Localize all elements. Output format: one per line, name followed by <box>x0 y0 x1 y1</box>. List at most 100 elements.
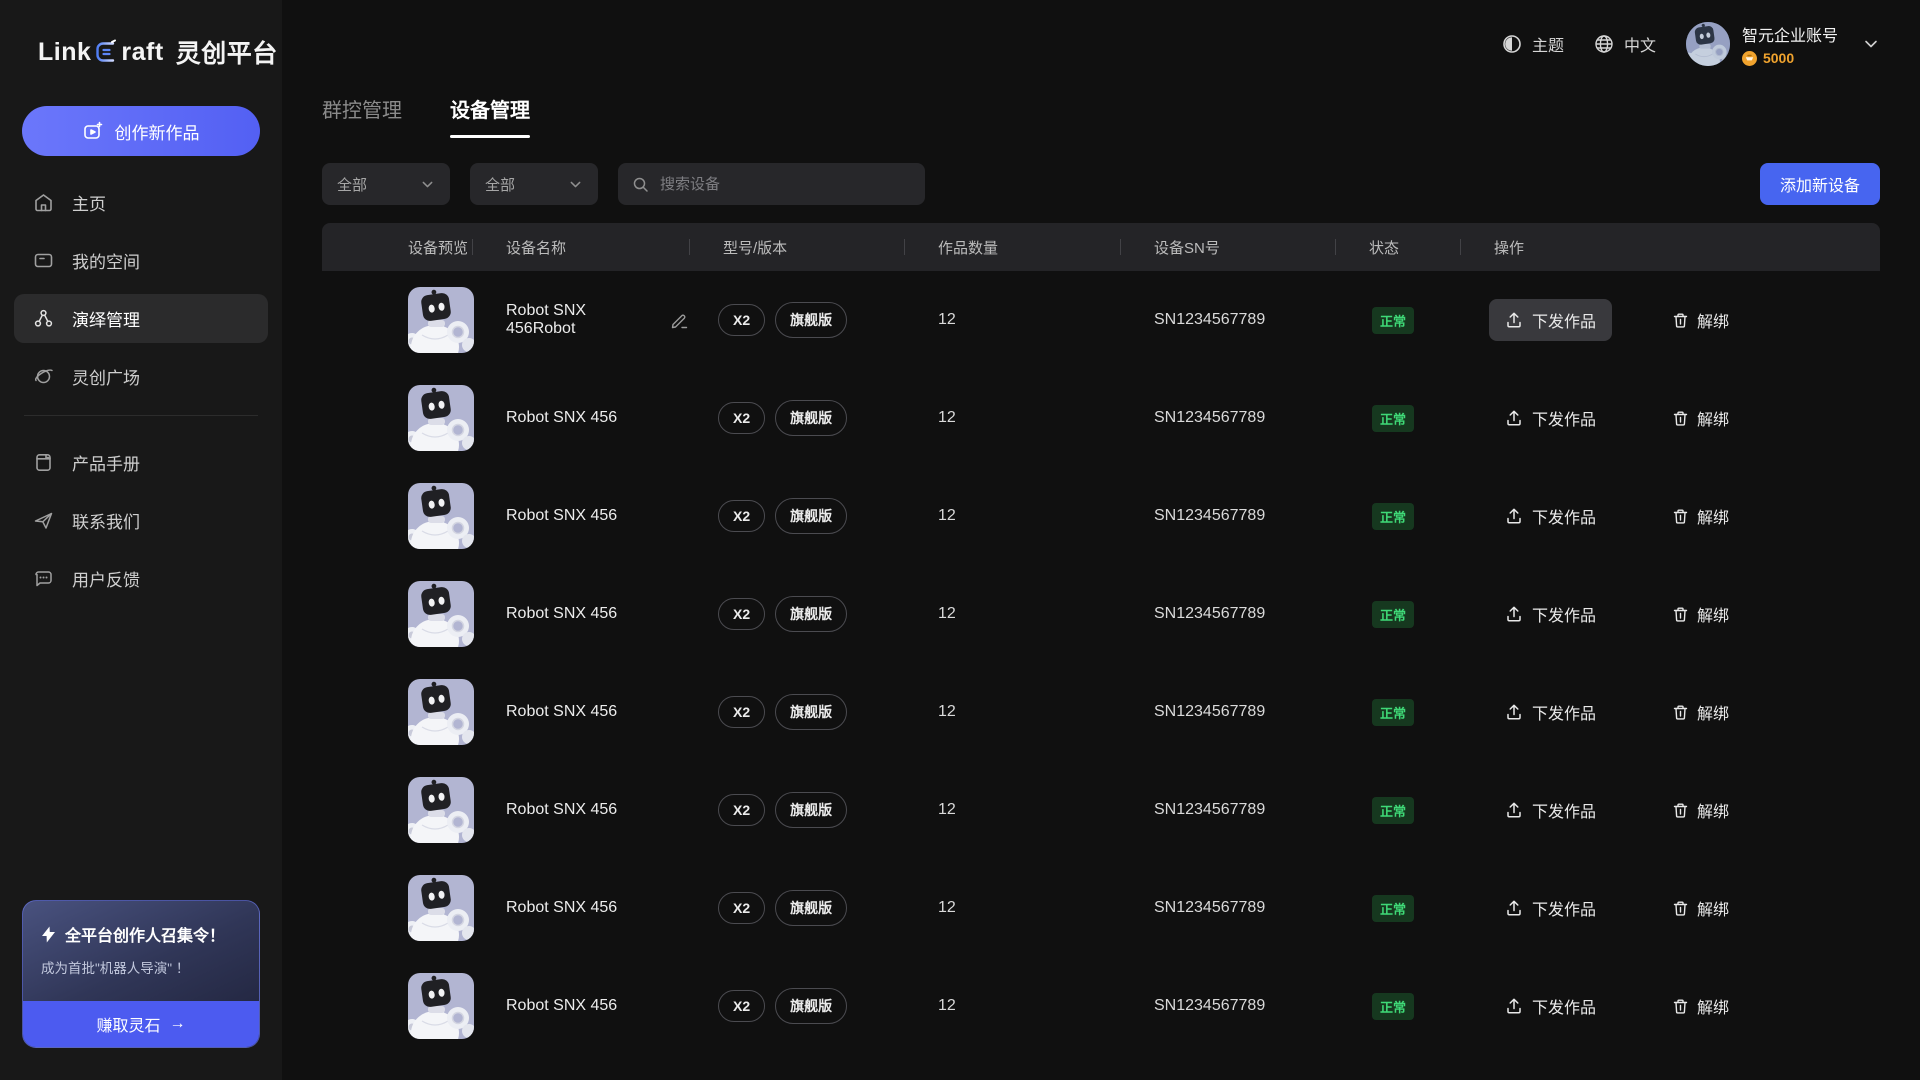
deploy-work-button[interactable]: 下发作品 <box>1489 495 1612 537</box>
unbind-label: 解绑 <box>1697 896 1729 920</box>
theme-icon <box>1502 34 1522 54</box>
sidebar-item-home[interactable]: 主页 <box>14 178 268 227</box>
deploy-work-label: 下发作品 <box>1532 504 1596 528</box>
deploy-work-button[interactable]: 下发作品 <box>1489 789 1612 831</box>
version-badge: 旗舰版 <box>775 988 847 1024</box>
deploy-work-label: 下发作品 <box>1532 602 1596 626</box>
create-new-work-button[interactable]: 创作新作品 <box>22 106 260 156</box>
tabs: 群控管理 设备管理 <box>322 94 1880 138</box>
unbind-button[interactable]: 解绑 <box>1672 994 1729 1018</box>
sidebar-item-product-manual[interactable]: 产品手册 <box>14 438 268 487</box>
trash-icon <box>1672 802 1689 819</box>
sidebar-item-my-space[interactable]: 我的空间 <box>14 236 268 285</box>
device-thumbnail[interactable] <box>408 777 474 843</box>
edit-name-icon[interactable] <box>670 311 689 330</box>
deploy-work-button[interactable]: 下发作品 <box>1489 985 1612 1027</box>
sidebar-item-user-feedback[interactable]: 用户反馈 <box>14 554 268 603</box>
filter-dropdown-2[interactable]: 全部 <box>470 163 598 205</box>
brand-logo: Link raft 灵创平台 <box>0 0 282 70</box>
search-input[interactable] <box>660 176 911 193</box>
deploy-work-button[interactable]: 下发作品 <box>1489 691 1612 733</box>
version-badge: 旗舰版 <box>775 400 847 436</box>
filter-dropdown-1[interactable]: 全部 <box>322 163 450 205</box>
theme-toggle[interactable]: 主题 <box>1502 32 1564 56</box>
deploy-work-label: 下发作品 <box>1532 308 1596 332</box>
unbind-button[interactable]: 解绑 <box>1672 406 1729 430</box>
main-content: 主题 中文 <box>282 0 1920 1080</box>
deploy-work-button[interactable]: 下发作品 <box>1489 397 1612 439</box>
sidebar-item-label: 联系我们 <box>72 508 140 533</box>
sidebar-item-contact-us[interactable]: 联系我们 <box>14 496 268 545</box>
search-box <box>618 163 925 205</box>
model-badge: X2 <box>718 990 765 1022</box>
book-icon <box>33 452 55 474</box>
status-badge: 正常 <box>1372 503 1414 530</box>
device-thumbnail[interactable] <box>408 679 474 745</box>
unbind-button[interactable]: 解绑 <box>1672 700 1729 724</box>
device-name: Robot SNX 456 <box>506 507 617 525</box>
add-device-button[interactable]: 添加新设备 <box>1760 163 1880 205</box>
sidebar-divider <box>24 415 258 416</box>
device-thumbnail[interactable] <box>408 385 474 451</box>
theme-label: 主题 <box>1532 32 1564 56</box>
unbind-button[interactable]: 解绑 <box>1672 798 1729 822</box>
sidebar-item-label: 我的空间 <box>72 248 140 273</box>
status-badge: 正常 <box>1372 699 1414 726</box>
device-sn: SN1234567789 <box>1120 899 1335 917</box>
chevron-down-icon <box>568 177 583 192</box>
version-badge: 旗舰版 <box>775 596 847 632</box>
device-thumbnail[interactable] <box>408 973 474 1039</box>
folder-icon <box>33 250 55 272</box>
table-row: Robot SNX 456Robot X2 旗舰版 12 SN123456778… <box>322 271 1880 369</box>
sidebar-item-label: 主页 <box>72 190 106 215</box>
brand-glyph-icon <box>93 39 119 65</box>
table-row: Robot SNX 456 X2 旗舰版 12 SN1234567789 正常 … <box>322 369 1880 467</box>
deploy-work-button[interactable]: 下发作品 <box>1489 887 1612 929</box>
device-thumbnail[interactable] <box>408 581 474 647</box>
deploy-work-label: 下发作品 <box>1532 700 1596 724</box>
status-badge: 正常 <box>1372 307 1414 334</box>
sidebar-item-performance-management[interactable]: 演绎管理 <box>14 294 268 343</box>
unbind-label: 解绑 <box>1697 602 1729 626</box>
model-badge: X2 <box>718 598 765 630</box>
column-header: 设备SN号 <box>1120 223 1335 271</box>
device-name: Robot SNX 456 <box>506 703 617 721</box>
account-menu[interactable]: 智元企业账号 5000 <box>1686 22 1880 66</box>
works-count: 12 <box>904 703 1120 721</box>
model-badge: X2 <box>718 500 765 532</box>
unbind-label: 解绑 <box>1697 308 1729 332</box>
device-sn: SN1234567789 <box>1120 409 1335 427</box>
upload-icon <box>1505 311 1523 329</box>
table-row: Robot SNX 456 X2 旗舰版 12 SN1234567789 正常 … <box>322 467 1880 565</box>
device-thumbnail[interactable] <box>408 287 474 353</box>
column-header: 型号/版本 <box>689 223 904 271</box>
upload-icon <box>1505 997 1523 1015</box>
coin-icon <box>1742 51 1757 66</box>
device-thumbnail[interactable] <box>408 483 474 549</box>
deploy-work-button[interactable]: 下发作品 <box>1489 593 1612 635</box>
version-badge: 旗舰版 <box>775 694 847 730</box>
trash-icon <box>1672 508 1689 525</box>
unbind-label: 解绑 <box>1697 798 1729 822</box>
filter-dropdown-2-value: 全部 <box>485 174 515 195</box>
device-name: Robot SNX 456 <box>506 899 617 917</box>
create-new-work-label: 创作新作品 <box>115 119 200 144</box>
device-thumbnail[interactable] <box>408 875 474 941</box>
tab-group-control[interactable]: 群控管理 <box>322 94 402 138</box>
unbind-button[interactable]: 解绑 <box>1672 602 1729 626</box>
device-name: Robot SNX 456 <box>506 801 617 819</box>
works-count: 12 <box>904 507 1120 525</box>
sidebar-item-lingchuang-plaza[interactable]: 灵创广场 <box>14 352 268 401</box>
brand-suffix: raft <box>121 38 163 67</box>
unbind-label: 解绑 <box>1697 406 1729 430</box>
unbind-button[interactable]: 解绑 <box>1672 504 1729 528</box>
language-switcher[interactable]: 中文 <box>1594 32 1656 56</box>
unbind-button[interactable]: 解绑 <box>1672 308 1729 332</box>
table-row: Robot SNX 456 X2 旗舰版 12 SN1234567789 正常 … <box>322 957 1880 1055</box>
deploy-work-button[interactable]: 下发作品 <box>1489 299 1612 341</box>
unbind-button[interactable]: 解绑 <box>1672 896 1729 920</box>
deploy-work-label: 下发作品 <box>1532 406 1596 430</box>
works-count: 12 <box>904 409 1120 427</box>
tab-device-management[interactable]: 设备管理 <box>450 94 530 138</box>
earn-lingstone-button[interactable]: 赚取灵石 → <box>23 1001 259 1047</box>
